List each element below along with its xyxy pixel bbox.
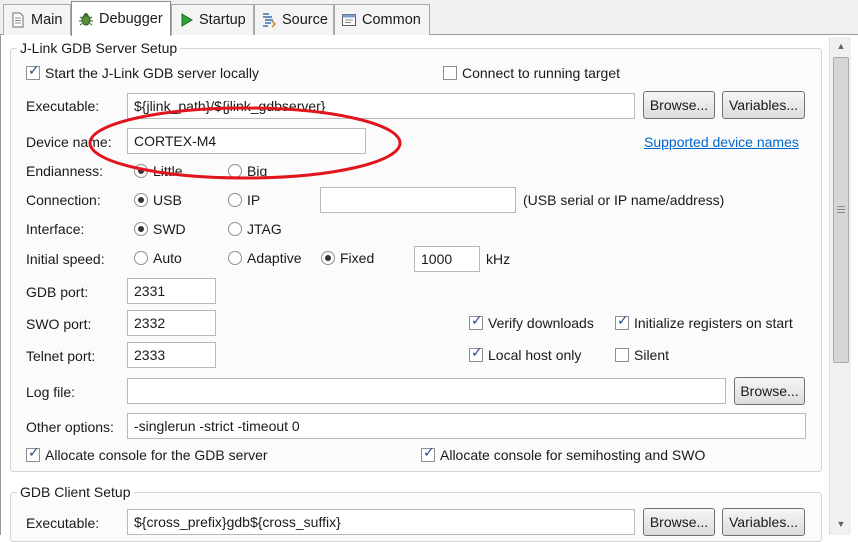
play-icon [178, 12, 194, 28]
alloc-console-gdb-checkbox[interactable] [26, 445, 40, 462]
connection-address-input[interactable] [320, 187, 516, 213]
telnet-port-label: Telnet port: [26, 348, 96, 364]
executable-browse-button[interactable]: Browse... [643, 91, 715, 119]
tab-common-label: Common [362, 12, 421, 28]
log-file-browse-button[interactable]: Browse... [734, 377, 805, 405]
client-setup-legend: GDB Client Setup [17, 484, 134, 500]
init-registers-label: Initialize registers on start [634, 315, 793, 331]
scroll-down-arrow-icon[interactable]: ▼ [830, 515, 852, 533]
executable-input[interactable]: ${jlink_path}/${jlink_gdbserver} [127, 93, 635, 119]
connection-ip-label: IP [247, 192, 261, 208]
tab-common[interactable]: Common [334, 4, 430, 35]
window-icon [341, 12, 357, 28]
interface-jtag-label: JTAG [247, 221, 282, 237]
connection-usb-label: USB [153, 192, 182, 208]
connect-running-checkbox[interactable] [443, 66, 457, 80]
gdb-port-label: GDB port: [26, 284, 89, 300]
gdb-port-input[interactable]: 2331 [127, 278, 216, 304]
endianness-big-radio[interactable] [228, 164, 242, 178]
swo-port-label: SWO port: [26, 316, 92, 332]
client-executable-input[interactable]: ${cross_prefix}gdb${cross_suffix} [127, 509, 635, 535]
interface-swd-label: SWD [153, 221, 186, 237]
log-file-label: Log file: [26, 384, 76, 400]
speed-fixed-label: Fixed [340, 250, 375, 266]
initial-speed-label: Initial speed: [26, 251, 105, 267]
speed-adaptive-radio[interactable] [228, 251, 242, 265]
log-file-input[interactable] [127, 378, 726, 404]
speed-auto-radio[interactable] [134, 251, 148, 265]
init-registers-checkbox[interactable] [615, 313, 629, 330]
silent-checkbox[interactable] [615, 348, 629, 362]
endianness-big-label: Big [247, 163, 268, 179]
other-options-input[interactable]: -singlerun -strict -timeout 0 [127, 413, 806, 439]
tab-debugger-label: Debugger [99, 11, 163, 27]
document-icon [10, 12, 26, 28]
connection-label: Connection: [26, 192, 101, 208]
local-host-only-checkbox[interactable] [469, 345, 483, 362]
speed-auto-label: Auto [153, 250, 182, 266]
device-name-input[interactable]: CORTEX-M4 [127, 128, 366, 154]
interface-jtag-radio[interactable] [228, 222, 242, 236]
alloc-console-semi-label: Allocate console for semihosting and SWO [440, 447, 706, 463]
connection-ip-radio[interactable] [228, 193, 242, 207]
alloc-console-gdb-label: Allocate console for the GDB server [45, 447, 268, 463]
connect-running-label: Connect to running target [462, 65, 620, 81]
start-locally-label: Start the J-Link GDB server locally [45, 65, 259, 81]
verify-downloads-label: Verify downloads [488, 315, 594, 331]
endianness-little-radio[interactable] [134, 164, 148, 178]
client-executable-label: Executable: [26, 515, 100, 531]
interface-swd-radio[interactable] [134, 222, 148, 236]
executable-variables-button[interactable]: Variables... [722, 91, 805, 119]
other-options-label: Other options: [26, 419, 114, 435]
speed-unit-label: kHz [486, 251, 511, 267]
swo-port-input[interactable]: 2332 [127, 310, 216, 336]
supported-devices-link[interactable]: Supported device names [644, 133, 799, 151]
tab-main[interactable]: Main [3, 4, 71, 35]
local-host-only-label: Local host only [488, 347, 582, 363]
tab-main-label: Main [31, 12, 63, 28]
vertical-scrollbar[interactable]: ▲ ▼ [829, 37, 851, 535]
connection-hint: (USB serial or IP name/address) [523, 192, 725, 208]
speed-value-input[interactable]: 1000 [414, 246, 480, 272]
executable-label: Executable: [26, 98, 100, 114]
tab-startup[interactable]: Startup [171, 4, 254, 35]
telnet-port-input[interactable]: 2333 [127, 342, 216, 368]
verify-downloads-checkbox[interactable] [469, 313, 483, 330]
tab-source[interactable]: Source [254, 4, 334, 35]
scroll-up-arrow-icon[interactable]: ▲ [830, 37, 852, 55]
endianness-little-label: Little [153, 163, 183, 179]
tab-bar: Main Debugger Startup Source Common [0, 0, 858, 36]
bug-icon [78, 11, 94, 27]
server-setup-legend: J-Link GDB Server Setup [17, 40, 181, 56]
silent-label: Silent [634, 347, 670, 363]
client-browse-button[interactable]: Browse... [643, 508, 715, 536]
start-locally-checkbox[interactable] [26, 63, 40, 80]
tab-debugger[interactable]: Debugger [71, 1, 171, 36]
tab-startup-label: Startup [199, 12, 246, 28]
device-name-label: Device name: [26, 134, 112, 150]
speed-adaptive-label: Adaptive [247, 250, 302, 266]
client-variables-button[interactable]: Variables... [722, 508, 805, 536]
tab-source-label: Source [282, 12, 328, 28]
speed-fixed-radio[interactable] [321, 251, 335, 265]
connection-usb-radio[interactable] [134, 193, 148, 207]
alloc-console-semi-checkbox[interactable] [421, 445, 435, 462]
source-icon [261, 12, 277, 28]
scroll-thumb[interactable] [833, 57, 849, 363]
interface-label: Interface: [26, 221, 85, 237]
endianness-label: Endianness: [26, 163, 104, 179]
